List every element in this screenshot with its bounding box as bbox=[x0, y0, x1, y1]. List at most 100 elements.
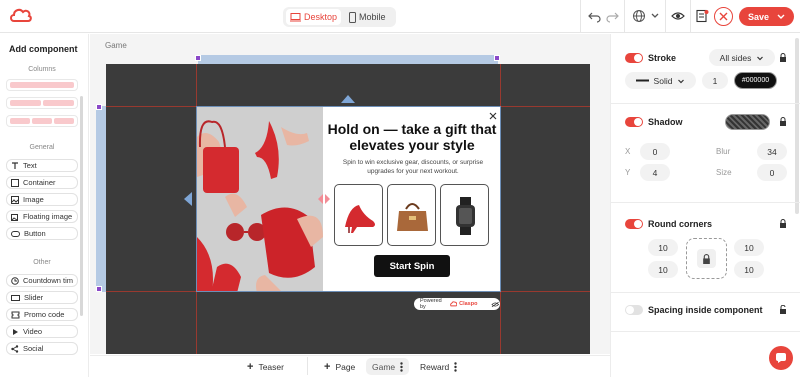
corner-bottom-right-input[interactable]: 10 bbox=[734, 261, 764, 278]
component-button[interactable]: Button bbox=[6, 227, 78, 240]
corner-top-right-input[interactable]: 10 bbox=[734, 239, 764, 256]
plus-icon: + bbox=[247, 360, 254, 373]
preview-eye-icon[interactable] bbox=[671, 9, 685, 23]
columns-3-option[interactable] bbox=[6, 115, 78, 127]
resize-handle[interactable] bbox=[96, 104, 102, 110]
promo-code-icon bbox=[11, 311, 20, 318]
tab-reward[interactable]: Reward bbox=[420, 358, 457, 375]
chevron-down-icon bbox=[757, 56, 764, 60]
shadow-size-label: Size bbox=[716, 168, 732, 177]
component-slider[interactable]: Slider bbox=[6, 291, 78, 304]
section-general-label: General bbox=[29, 144, 55, 151]
globe-icon[interactable] bbox=[632, 9, 646, 23]
section-other-label: Other bbox=[33, 259, 51, 266]
mobile-icon bbox=[349, 11, 356, 23]
shadow-blur-input[interactable]: 34 bbox=[757, 143, 787, 160]
start-spin-button[interactable]: Start Spin bbox=[374, 255, 450, 277]
hide-eye-icon[interactable] bbox=[491, 301, 500, 308]
share-icon bbox=[11, 344, 19, 353]
component-label: Button bbox=[24, 229, 46, 238]
shadow-color-swatch[interactable] bbox=[725, 114, 770, 130]
claspo-logo-icon[interactable] bbox=[10, 7, 32, 25]
smartwatch-icon bbox=[456, 197, 475, 235]
stroke-sides-value: All sides bbox=[719, 52, 752, 63]
component-countdown-timer[interactable]: Countdown tim bbox=[6, 274, 78, 287]
handbag-icon bbox=[397, 203, 428, 231]
stroke-width-input[interactable]: 1 bbox=[702, 72, 728, 89]
redo-icon[interactable] bbox=[605, 9, 619, 23]
stroke-toggle[interactable] bbox=[625, 53, 643, 63]
popup-subtitle[interactable]: Spin to win exclusive gear, discounts, o… bbox=[334, 158, 492, 176]
product-card-watch[interactable] bbox=[440, 184, 489, 246]
product-card-heels[interactable] bbox=[334, 184, 383, 246]
section-divider bbox=[611, 331, 800, 332]
powered-by-label: Powered by bbox=[420, 298, 442, 310]
powered-by-badge[interactable]: Powered by Claspo bbox=[414, 298, 500, 310]
chevron-down-icon bbox=[678, 79, 685, 83]
floating-image-icon bbox=[11, 213, 18, 221]
resize-handle[interactable] bbox=[195, 55, 201, 61]
resize-handle[interactable] bbox=[96, 286, 102, 292]
unlock-icon[interactable] bbox=[779, 305, 787, 314]
more-vertical-icon[interactable] bbox=[454, 361, 457, 372]
panel-title: Add component bbox=[9, 44, 78, 54]
stroke-color-input[interactable]: #000000 bbox=[734, 72, 777, 89]
container-icon bbox=[11, 178, 19, 187]
popup-window[interactable]: Hold on — take a gift that elevates your… bbox=[196, 106, 501, 292]
tab-game[interactable]: Game bbox=[366, 358, 410, 375]
selection-width-bar[interactable] bbox=[198, 55, 498, 64]
properties-scrollbar[interactable] bbox=[795, 38, 799, 214]
undo-icon[interactable] bbox=[588, 9, 602, 23]
selection-height-bar[interactable] bbox=[96, 106, 106, 292]
popup-hero-image bbox=[197, 107, 323, 291]
lock-icon[interactable] bbox=[779, 117, 787, 126]
close-editor-button[interactable] bbox=[714, 7, 733, 26]
device-switcher: Desktop Mobile bbox=[283, 7, 396, 27]
component-video[interactable]: Video bbox=[6, 325, 78, 338]
columns-1-option[interactable] bbox=[6, 79, 78, 91]
stroke-style-select[interactable]: Solid bbox=[625, 72, 696, 89]
chevron-down-icon[interactable] bbox=[648, 9, 662, 23]
spacing-toggle[interactable] bbox=[625, 305, 643, 315]
save-label: Save bbox=[748, 11, 770, 22]
round-corners-toggle[interactable] bbox=[625, 219, 643, 229]
shadow-toggle[interactable] bbox=[625, 117, 643, 127]
resize-column-icon[interactable] bbox=[317, 193, 331, 205]
move-up-icon[interactable] bbox=[340, 94, 356, 104]
corner-top-left-input[interactable]: 10 bbox=[648, 239, 678, 256]
device-mobile-button[interactable]: Mobile bbox=[345, 9, 390, 25]
shadow-y-input[interactable]: 4 bbox=[640, 164, 670, 181]
checklist-icon[interactable] bbox=[695, 9, 709, 23]
component-social[interactable]: Social bbox=[6, 342, 78, 355]
device-desktop-button[interactable]: Desktop bbox=[286, 9, 342, 25]
popup-title[interactable]: Hold on — take a gift that elevates your… bbox=[324, 121, 500, 153]
corner-bottom-left-input[interactable]: 10 bbox=[648, 261, 678, 278]
shadow-size-input[interactable]: 0 bbox=[757, 164, 787, 181]
tab-teaser[interactable]: + Teaser bbox=[247, 358, 284, 375]
tab-label: Game bbox=[372, 361, 396, 372]
support-chat-button[interactable] bbox=[769, 346, 793, 370]
lock-icon[interactable] bbox=[779, 219, 787, 228]
product-card-bag[interactable] bbox=[387, 184, 436, 246]
component-image[interactable]: Image bbox=[6, 193, 78, 206]
save-button[interactable]: Save bbox=[739, 7, 794, 26]
panel-scrollbar[interactable] bbox=[80, 96, 83, 316]
move-left-icon[interactable] bbox=[183, 191, 193, 207]
stroke-sides-select[interactable]: All sides bbox=[709, 49, 775, 66]
component-text[interactable]: Text bbox=[6, 159, 78, 172]
resize-handle[interactable] bbox=[494, 55, 500, 61]
link-corners-button[interactable] bbox=[697, 249, 716, 268]
component-container[interactable]: Container bbox=[6, 176, 78, 189]
claspo-mini-logo-icon bbox=[449, 301, 457, 307]
chevron-down-icon[interactable] bbox=[776, 11, 786, 21]
tab-page[interactable]: + Page bbox=[324, 358, 355, 375]
component-floating-image[interactable]: Floating image bbox=[6, 210, 78, 223]
columns-2-option[interactable] bbox=[6, 97, 78, 109]
lock-icon[interactable] bbox=[779, 53, 787, 62]
close-icon bbox=[719, 12, 728, 21]
more-vertical-icon[interactable] bbox=[400, 361, 403, 372]
component-label: Video bbox=[23, 327, 43, 336]
component-promo-code[interactable]: Promo code bbox=[6, 308, 78, 321]
desktop-icon bbox=[290, 12, 301, 21]
shadow-x-input[interactable]: 0 bbox=[640, 143, 670, 160]
